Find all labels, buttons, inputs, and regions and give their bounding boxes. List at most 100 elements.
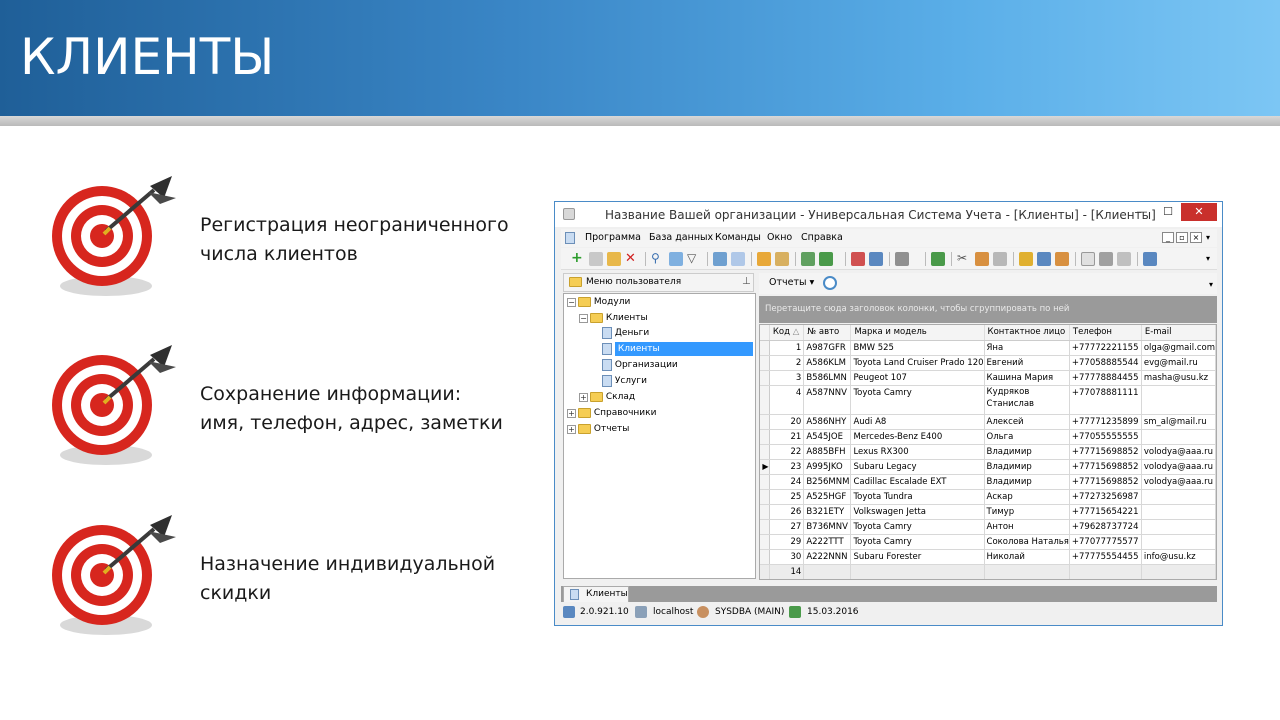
edit-icon[interactable] [607,252,621,266]
expand-icon[interactable]: + [567,409,576,418]
close-button[interactable]: ✕ [1181,203,1217,221]
cell-phone[interactable]: +77775554455 [1069,549,1142,565]
cell-contact[interactable]: Владимир [984,459,1070,475]
search-icon[interactable]: ⚲ [651,252,665,266]
cell-plate[interactable]: A222NNN [803,549,852,565]
import-icon[interactable] [819,252,833,266]
cell-phone[interactable]: +77778884455 [1069,370,1142,386]
cell-plate[interactable]: A885BFH [803,444,852,460]
table-row[interactable]: 25 A525HGF Toyota Tundra Аскар +77273256987 [760,489,1216,505]
cell-plate[interactable]: A222TTT [803,534,852,550]
cell-model[interactable]: BMW 525 [850,340,985,356]
row-indicator[interactable] [760,444,770,460]
cell-email[interactable]: volodya@aaa.ru [1141,474,1216,490]
expand-icon[interactable]: + [567,425,576,434]
exit-icon[interactable] [1143,252,1157,266]
cell-phone[interactable]: +77715654221 [1069,504,1142,520]
speaker-icon[interactable] [895,252,909,266]
cell-contact[interactable]: Кудряков Станислав [984,385,1070,415]
column-header-code[interactable]: Код △ [769,325,805,341]
table-row[interactable]: 30 A222NNN Subaru Forester Николай +77775554… [760,549,1216,565]
copy-icon[interactable] [589,252,603,266]
cell-contact[interactable]: Николай [984,549,1070,565]
cell-plate[interactable]: B586LMN [803,370,852,386]
row-indicator[interactable] [760,504,770,520]
group-by-panel[interactable]: Перетащите сюда заголовок колонки, чтобы… [759,296,1217,323]
tools-icon[interactable]: ✂ [957,252,971,266]
maximize-button[interactable]: ☐ [1155,203,1181,221]
cell-plate[interactable]: A545JOE [803,429,852,445]
export-icon[interactable] [713,252,727,266]
cell-contact[interactable]: Соколова Наталья [984,534,1070,550]
cell-model[interactable]: Subaru Forester [850,549,985,565]
cell-phone[interactable]: +77715698852 [1069,474,1142,490]
cell-plate[interactable]: A525HGF [803,489,852,505]
row-indicator[interactable] [760,534,770,550]
row-indicator[interactable] [760,370,770,386]
menu-item-commands[interactable]: Команды [715,232,761,243]
minimize-button[interactable]: — [1129,203,1155,221]
cell-model[interactable]: Subaru Legacy [850,459,985,475]
key-icon[interactable] [1055,252,1069,266]
column-header-plate[interactable]: № авто [803,325,852,341]
cell-email[interactable] [1141,504,1216,520]
cell-plate[interactable]: B736MNV [803,519,852,535]
cell-email[interactable] [1141,489,1216,505]
cell-contact[interactable]: Владимир [984,474,1070,490]
row-indicator[interactable] [760,429,770,445]
row-indicator[interactable]: ▶ [760,459,770,475]
cell-email[interactable]: info@usu.kz [1141,549,1216,565]
tree-node-clients[interactable]: Клиенты [602,342,757,356]
cell-plate[interactable]: A586KLM [803,355,852,371]
cell-plate[interactable]: A995JKO [803,459,852,475]
row-indicator[interactable] [760,519,770,535]
table-row[interactable]: 20 A586NHY Audi A8 Алексей +77771235899 sm_al… [760,414,1216,430]
cell-code[interactable]: 21 [769,429,805,445]
cell-phone[interactable]: +77715698852 [1069,459,1142,475]
excel-icon[interactable] [801,252,815,266]
cell-phone[interactable]: +77077775577 [1069,534,1142,550]
cell-code[interactable]: 22 [769,444,805,460]
cell-plate[interactable]: B256MNM [803,474,852,490]
cell-model[interactable]: Toyota Land Cruiser Prado 120 [850,355,985,371]
row-indicator[interactable] [760,355,770,371]
clock-icon[interactable] [823,276,837,290]
row-indicator[interactable] [760,474,770,490]
reports-dropdown[interactable]: Отчеты ▾ [769,277,814,288]
delete-icon[interactable]: ✕ [625,252,639,266]
cell-contact[interactable]: Кашина Мария [984,370,1070,386]
cell-code[interactable]: 27 [769,519,805,535]
column-header-contact[interactable]: Контактное лицо [984,325,1070,341]
table-row[interactable]: 22 A885BFH Lexus RX300 Владимир +77715698852… [760,444,1216,460]
cell-model[interactable]: Mercedes-Benz E400 [850,429,985,445]
cell-email[interactable] [1141,429,1216,445]
tree-node-references[interactable]: Справочники [578,406,656,420]
cell-model[interactable]: Peugeot 107 [850,370,985,386]
table-row[interactable]: 26 B321ETY Volkswagen Jetta Тимур +777156542… [760,504,1216,520]
app-icon[interactable] [563,208,575,220]
mdi-close-button[interactable]: × [1190,232,1202,243]
cell-phone[interactable]: +77058885544 [1069,355,1142,371]
cell-code[interactable]: 3 [769,370,805,386]
calendar-icon[interactable] [931,252,945,266]
mdi-restore-button[interactable]: ▫ [1176,232,1188,243]
cell-plate[interactable]: A586NHY [803,414,852,430]
window-cascade-icon[interactable] [869,252,883,266]
cell-model[interactable]: Audi A8 [850,414,985,430]
cell-email[interactable] [1141,519,1216,535]
cell-plate[interactable]: A987GFR [803,340,852,356]
tab-clients[interactable]: Клиенты [563,586,629,602]
cell-phone[interactable]: +77078881111 [1069,385,1142,415]
menu-item-database[interactable]: База данных [649,232,713,243]
table-row[interactable]: 21 A545JOE Mercedes-Benz E400 Ольга +7705555… [760,429,1216,445]
menu-item-program[interactable]: Программа [585,232,641,243]
column-header-email[interactable]: E-mail [1141,325,1216,341]
add-icon[interactable]: + [571,251,585,266]
table-row[interactable]: 3 B586LMN Peugeot 107 Кашина Мария +77778884… [760,370,1216,386]
tree-node-organizations[interactable]: Организации [602,358,678,372]
cell-contact[interactable]: Евгений [984,355,1070,371]
row-indicator[interactable] [760,340,770,356]
table-row[interactable]: ▶ 23 A995JKO Subaru Legacy Владимир +77715698… [760,459,1216,475]
cell-email[interactable]: masha@usu.kz [1141,370,1216,386]
window-new-icon[interactable] [851,252,865,266]
